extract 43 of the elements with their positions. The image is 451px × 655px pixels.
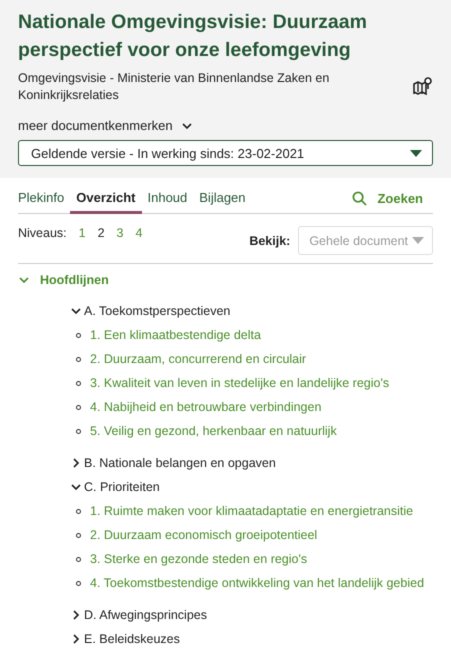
bullet-icon bbox=[76, 428, 81, 434]
bullet-icon bbox=[76, 332, 81, 338]
bullet-icon bbox=[76, 532, 81, 538]
bullet-icon bbox=[76, 508, 81, 514]
levels-label: Niveaus: bbox=[18, 226, 67, 240]
map-pin-icon[interactable] bbox=[413, 76, 433, 96]
document-title: Nationale Omgevingsvisie: Duurzaam perspectief voor onze leefomgeving bbox=[18, 10, 368, 63]
tab[interactable]: Plekinfo bbox=[18, 184, 70, 214]
level-link[interactable]: 3 bbox=[116, 226, 124, 240]
search-icon bbox=[352, 191, 368, 206]
chapter-link[interactable]: 5. Veilig en gezond, herkenbaar en natuurlijk bbox=[90, 424, 337, 438]
caret-icon bbox=[410, 150, 422, 156]
chapter-link[interactable]: 2. Duurzaam economisch groeipotentieel bbox=[90, 528, 318, 542]
search-link[interactable]: Zoeken bbox=[352, 191, 433, 206]
bullet-icon bbox=[76, 580, 81, 586]
more-properties-toggle[interactable]: meer documentkenmerken bbox=[18, 118, 193, 133]
tab[interactable]: Bijlagen bbox=[193, 184, 252, 214]
bullet-icon bbox=[76, 404, 81, 410]
chapter-link[interactable]: 1. Ruimte maken voor klimaatadaptatie en energietransitie bbox=[90, 504, 414, 518]
chapter-link[interactable]: 4. Toekomstbestendige ontwikkeling van het landelijk gebied bbox=[90, 576, 424, 590]
tree-toggle[interactable]: A. Toekomstperspectieven bbox=[70, 299, 230, 323]
level-link[interactable]: 4 bbox=[136, 226, 142, 240]
chapter-link[interactable]: 3. Kwaliteit van leven in stedelijke en landelijke regio's bbox=[90, 376, 390, 390]
chapter-link[interactable]: 3. Sterke en gezonde steden en regio's bbox=[90, 552, 308, 566]
tree-toggle[interactable]: E. Beleidskeuzes bbox=[70, 627, 180, 651]
caret-icon bbox=[412, 237, 424, 244]
view-label: Bekijk: bbox=[249, 234, 290, 248]
bullet-icon bbox=[76, 380, 81, 386]
tree-toggle[interactable]: D. Afwegingsprincipes bbox=[70, 603, 207, 627]
version-select[interactable]: Geldende versie - In werking sinds: 23-02-2021 bbox=[18, 140, 433, 166]
tree-toggle[interactable]: B. Nationale belangen en opgaven bbox=[70, 451, 276, 475]
level-link[interactable]: 1 bbox=[78, 226, 86, 240]
tree-toggle[interactable]: C. Prioriteiten bbox=[70, 475, 160, 499]
chapter-link[interactable]: 2. Duurzaam, concurrerend en circulair bbox=[90, 352, 306, 366]
tree-toggle[interactable]: Hoofdlijnen bbox=[18, 270, 109, 290]
tab[interactable]: Inhoud bbox=[142, 184, 194, 214]
bullet-icon bbox=[76, 556, 81, 562]
bullet-icon bbox=[76, 356, 81, 362]
tab[interactable]: Overzicht bbox=[70, 184, 142, 214]
document-subtitle: Omgevingsvisie - Ministerie van Binnenlandse Zaken en Koninkrijksrelaties bbox=[18, 70, 330, 104]
chapter-link[interactable]: 1. Een klimaatbestendige delta bbox=[90, 328, 261, 342]
level-link[interactable]: 2 bbox=[98, 226, 105, 240]
chapter-link[interactable]: 4. Nabijheid en betrouwbare verbindingen bbox=[90, 400, 322, 414]
